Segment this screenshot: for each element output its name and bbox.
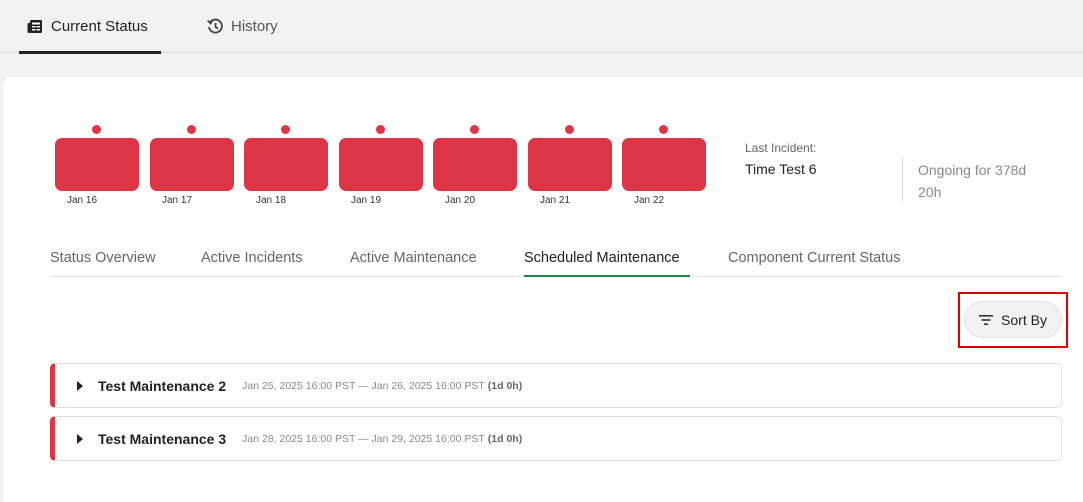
newspaper-icon	[26, 18, 44, 36]
last-incident-name[interactable]: Time Test 6	[745, 161, 817, 177]
day-status-bar	[622, 138, 706, 191]
day-status-bar	[528, 138, 612, 191]
tab-status-overview[interactable]: Status Overview	[50, 240, 156, 276]
incident-dot	[281, 125, 290, 134]
maintenance-duration: (1d 0h)	[487, 379, 523, 392]
day-status-bar	[55, 138, 139, 191]
status-sub-tabs: Status Overview Active Incidents Active …	[50, 240, 1062, 277]
tab-active-incidents[interactable]: Active Incidents	[201, 240, 303, 276]
day-block[interactable]: Jan 18	[243, 125, 329, 210]
tab-current-status[interactable]: Current Status	[19, 0, 161, 54]
maintenance-duration: (1d 0h)	[487, 432, 523, 445]
day-block[interactable]: Jan 21	[527, 125, 613, 210]
day-date: Jan 17	[161, 195, 193, 206]
day-status-bar	[339, 138, 423, 191]
ongoing-duration: Ongoing for 378d 20h	[918, 162, 1027, 200]
tab-scheduled-maintenance[interactable]: Scheduled Maintenance	[524, 240, 690, 277]
day-block[interactable]: Jan 20	[432, 125, 518, 210]
incident-dot	[659, 125, 668, 134]
day-date: Jan 21	[539, 195, 571, 206]
maintenance-title: Test Maintenance 3	[98, 430, 227, 447]
incident-dot	[565, 125, 574, 134]
day-date: Jan 18	[255, 195, 287, 206]
day-block[interactable]: Jan 19	[338, 125, 424, 210]
history-icon	[206, 18, 224, 36]
maintenance-time-range: Jan 28, 2025 16:00 PST — Jan 29, 2025 16…	[242, 432, 485, 445]
caret-right-icon[interactable]	[77, 433, 83, 444]
tab-history-label: History	[231, 18, 278, 35]
sort-by-button[interactable]: Sort By	[964, 301, 1062, 338]
day-block[interactable]: Jan 17	[149, 125, 235, 210]
incident-dot	[376, 125, 385, 134]
sort-by-label: Sort By	[1001, 311, 1047, 328]
day-status-bar	[150, 138, 234, 191]
tab-component-current-status[interactable]: Component Current Status	[728, 240, 900, 276]
maintenance-title: Test Maintenance 2	[98, 377, 227, 394]
incident-dot	[92, 125, 101, 134]
last-incident-label: Last Incident:	[745, 141, 817, 155]
filter-lines-icon	[979, 314, 994, 326]
divider	[902, 157, 903, 201]
incident-dot	[470, 125, 479, 134]
day-block[interactable]: Jan 22	[621, 125, 707, 210]
maintenance-row[interactable]: Test Maintenance 3 Jan 28, 2025 16:00 PS…	[50, 416, 1062, 461]
day-date: Jan 20	[444, 195, 476, 206]
top-tab-bar: Current Status History	[0, 0, 1083, 54]
incident-dot	[187, 125, 196, 134]
day-date: Jan 16	[66, 195, 98, 206]
caret-right-icon[interactable]	[77, 380, 83, 391]
day-block[interactable]: Jan 16	[54, 125, 140, 210]
maintenance-row[interactable]: Test Maintenance 2 Jan 25, 2025 16:00 PS…	[50, 363, 1062, 408]
tab-current-status-label: Current Status	[51, 18, 148, 35]
day-date: Jan 19	[350, 195, 382, 206]
maintenance-time-range: Jan 25, 2025 16:00 PST — Jan 26, 2025 16…	[242, 379, 485, 392]
tab-active-maintenance[interactable]: Active Maintenance	[350, 240, 477, 276]
tab-history[interactable]: History	[206, 0, 278, 53]
day-status-bar	[433, 138, 517, 191]
day-date: Jan 22	[633, 195, 665, 206]
day-status-bar	[244, 138, 328, 191]
